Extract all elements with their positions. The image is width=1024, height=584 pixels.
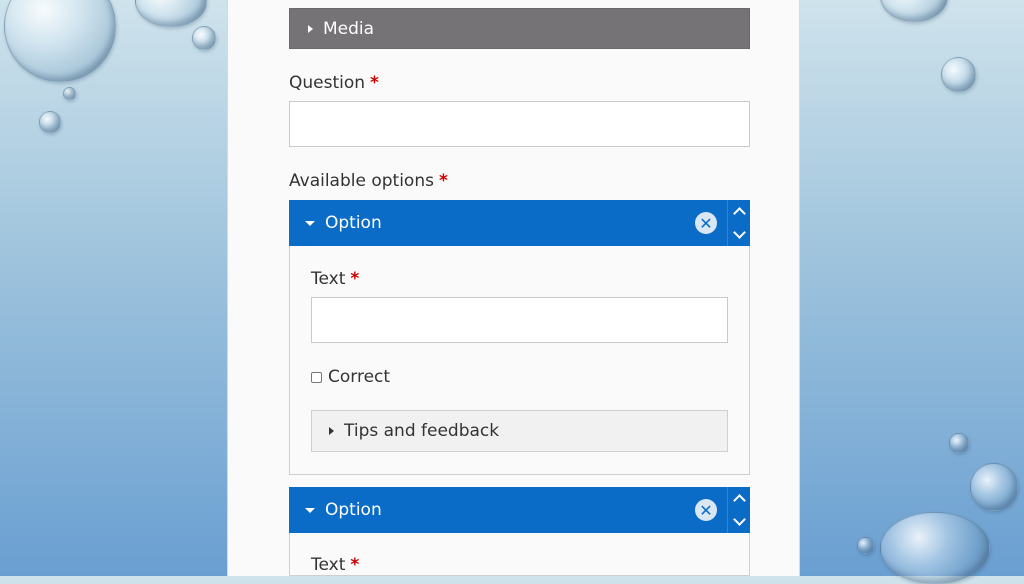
chevron-down-icon[interactable]	[732, 513, 746, 526]
option-2-title: Option	[325, 500, 382, 520]
question-input[interactable]	[289, 101, 750, 147]
option-1-text-input[interactable]	[311, 297, 728, 343]
required-marker: *	[370, 73, 379, 93]
correct-label: Correct	[328, 367, 391, 387]
water-drop-decoration	[192, 26, 216, 50]
option-2-text-label: Text *	[311, 555, 359, 575]
option-1-text-label-text: Text	[311, 269, 346, 289]
media-section-toggle[interactable]: Media	[289, 8, 750, 49]
water-drop-decoration	[63, 87, 76, 100]
option-1-title: Option	[325, 213, 382, 233]
water-drop-decoration	[39, 111, 61, 133]
option-2-header[interactable]: Option ✕	[289, 487, 750, 533]
remove-option-icon[interactable]: ✕	[695, 212, 717, 234]
required-marker: *	[350, 555, 360, 575]
media-label: Media	[323, 18, 375, 39]
option-2-reorder	[727, 487, 750, 533]
correct-checkbox[interactable]	[311, 372, 322, 383]
caret-down-icon	[305, 507, 315, 513]
available-options-label-text: Available options	[289, 171, 434, 191]
required-marker: *	[350, 269, 360, 289]
remove-option-icon[interactable]: ✕	[695, 499, 717, 521]
caret-right-icon	[308, 24, 313, 33]
option-1-text-label: Text *	[311, 269, 359, 289]
chevron-up-icon[interactable]	[732, 207, 746, 220]
option-1-reorder	[727, 200, 750, 246]
water-drop-decoration	[135, 0, 207, 27]
chevron-up-icon[interactable]	[732, 494, 746, 507]
water-drop-decoration	[949, 433, 969, 453]
required-marker: *	[438, 171, 448, 191]
option-2-text-label-text: Text	[311, 555, 346, 575]
water-drop-decoration	[857, 537, 874, 554]
water-drop-decoration	[4, 0, 116, 82]
question-label-text: Question	[289, 73, 366, 93]
tips-and-feedback-label: Tips and feedback	[344, 421, 500, 441]
water-drop-decoration	[880, 0, 948, 22]
water-drop-decoration	[941, 57, 976, 92]
available-options-label: Available options *	[289, 171, 448, 191]
chevron-down-icon[interactable]	[732, 226, 746, 239]
option-1-header[interactable]: Option ✕	[289, 200, 750, 246]
water-drop-decoration	[880, 512, 990, 584]
water-drop-decoration	[970, 463, 1018, 511]
question-label: Question *	[289, 73, 379, 93]
caret-down-icon	[305, 220, 315, 226]
tips-and-feedback-toggle[interactable]: Tips and feedback	[311, 410, 728, 452]
caret-right-icon	[329, 427, 334, 435]
